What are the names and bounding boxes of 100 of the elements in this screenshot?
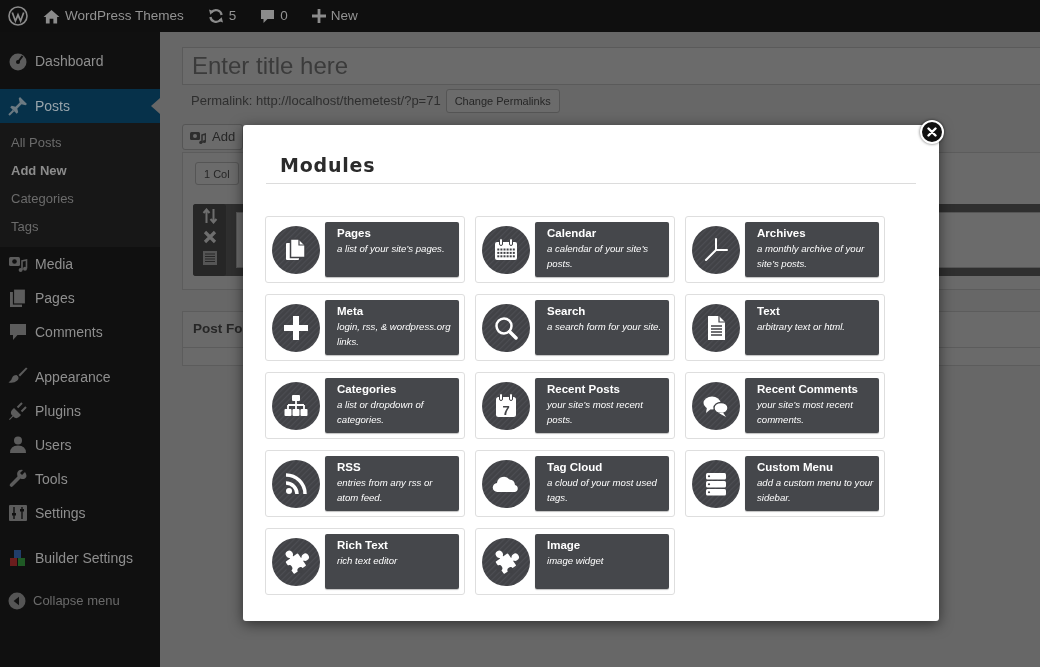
panel-title: Post Fo (193, 320, 243, 339)
module-description: a monthly archive of your site’s posts. (757, 242, 866, 271)
submenu-item[interactable]: All Posts (0, 129, 160, 157)
module-description: a calendar of your site’s posts. (547, 242, 650, 271)
module-description: image widget (547, 554, 605, 568)
module-description: a search form for your site. (547, 320, 663, 334)
calendar-icon (482, 225, 530, 274)
module-tile[interactable]: Tag Cloud a cloud of your most used tags. (475, 450, 675, 517)
close-icon[interactable] (201, 229, 218, 245)
rss-icon (272, 459, 320, 508)
pointer-notch-icon (151, 98, 160, 114)
refresh-icon (207, 8, 224, 24)
stacked-rows-icon (692, 459, 740, 508)
speech-bubble-icon (260, 8, 276, 24)
module-description: a list of your site’s pages. (337, 242, 446, 256)
menu-item[interactable]: Tools (0, 462, 160, 496)
module-title: Archives (757, 226, 807, 241)
sliders-icon (8, 503, 28, 523)
gauge-icon (8, 51, 28, 71)
module-tile[interactable]: Categories a list or dropdown of categories. (265, 372, 465, 439)
menu-item[interactable]: Pages (0, 281, 160, 315)
submenu-item[interactable]: Categories (0, 185, 160, 213)
home-icon (43, 8, 60, 24)
submenu-item[interactable]: Add New (0, 157, 160, 185)
site-name-link[interactable]: WordPress Themes (35, 0, 192, 32)
module-tile[interactable]: Calendar a calendar of your site’s posts. (475, 216, 675, 283)
module-tile[interactable]: Rich Text rich text editor (265, 528, 465, 595)
module-tile[interactable]: Archives a monthly archive of your site’s posts. (685, 216, 885, 283)
module-tile[interactable]: Meta login, rss, & wordpress.org links. (265, 294, 465, 361)
module-tile[interactable]: RSS entries from any rss or atom feed. (265, 450, 465, 517)
camera-icon (190, 130, 206, 144)
user-icon (8, 435, 28, 455)
menu-item[interactable]: Plugins (0, 394, 160, 428)
wrench-icon (8, 469, 28, 489)
module-tile[interactable]: Text arbitrary text or html. (685, 294, 885, 361)
module-title: Calendar (547, 226, 598, 241)
module-title: Rich Text (337, 538, 389, 553)
menu-item[interactable]: Users (0, 428, 160, 462)
plus-icon (272, 303, 320, 352)
search-icon (482, 303, 530, 352)
module-description: your site’s most recent comments. (757, 398, 854, 427)
permalink-text: Permalink: http://localhost/themetest/?p=71 (191, 92, 441, 111)
module-title: Custom Menu (757, 460, 835, 475)
submenu-item[interactable]: Tags (0, 213, 160, 241)
list-icon[interactable] (201, 250, 218, 266)
module-title: Text (757, 304, 781, 319)
plug-icon (8, 401, 28, 421)
sort-arrows-icon[interactable] (201, 208, 218, 224)
documents-icon (8, 288, 28, 308)
module-description: a list or dropdown of categories. (337, 398, 425, 427)
module-description: your site’s most recent posts. (547, 398, 644, 427)
module-tile[interactable]: Custom Menu add a custom menu to your sidebar. (685, 450, 885, 517)
module-title: Categories (337, 382, 398, 397)
menu-item[interactable]: Comments (0, 315, 160, 349)
module-description: arbitrary text or html. (757, 320, 846, 334)
comments-link[interactable]: 0 (252, 0, 296, 32)
puzzle-piece-icon (272, 537, 320, 586)
document-icon (692, 303, 740, 352)
module-title: Image (547, 538, 582, 553)
close-icon (927, 127, 937, 137)
module-description: rich text editor (337, 554, 399, 568)
blocks-icon (8, 548, 28, 568)
module-description: login, rss, & wordpress.org links. (337, 320, 452, 349)
module-title: Search (547, 304, 587, 319)
module-title: Recent Comments (757, 382, 859, 397)
sitemap-icon (272, 381, 320, 430)
module-title: Meta (337, 304, 365, 319)
module-tile[interactable]: Recent Comments your site’s most recent comments. (685, 372, 885, 439)
module-title: Tag Cloud (547, 460, 604, 475)
menu-item[interactable]: Dashboard (0, 44, 160, 78)
cloud-icon (482, 459, 530, 508)
documents-icon (272, 225, 320, 274)
module-description: a cloud of your most used tags. (547, 476, 658, 505)
puzzle-piece-icon (482, 537, 530, 586)
clock-hands-icon (692, 225, 740, 274)
updates-link[interactable]: 5 (199, 0, 245, 32)
speech-bubble-icon (8, 322, 28, 342)
plus-icon (311, 9, 326, 23)
camera-icon (8, 254, 28, 274)
pushpin-icon (8, 96, 28, 116)
new-link[interactable]: New (303, 0, 366, 32)
speech-bubbles-icon (692, 381, 740, 430)
dialog-title: Modules (280, 154, 376, 176)
module-tile[interactable]: 7 Recent Posts your site’s most recent posts. (475, 372, 675, 439)
logo-icon[interactable] (8, 6, 28, 26)
collapse-menu-button[interactable]: Collapse menu (0, 588, 160, 614)
menu-item[interactable]: Media (0, 247, 160, 281)
menu-item[interactable]: Settings (0, 496, 160, 530)
menu-item[interactable]: Posts (0, 89, 160, 123)
calendar-icon: 7 (482, 381, 530, 430)
module-description: add a custom menu to your sidebar. (757, 476, 875, 505)
module-tile[interactable]: Search a search form for your site. (475, 294, 675, 361)
menu-item[interactable]: Appearance (0, 360, 160, 394)
menu-item[interactable]: Builder Settings (0, 541, 160, 575)
module-tile[interactable]: Image image widget (475, 528, 675, 595)
module-tile[interactable]: Pages a list of your site’s pages. (265, 216, 465, 283)
module-title: Recent Posts (547, 382, 621, 397)
close-button[interactable] (920, 120, 944, 144)
module-title: RSS (337, 460, 362, 475)
module-description: entries from any rss or atom feed. (337, 476, 434, 505)
